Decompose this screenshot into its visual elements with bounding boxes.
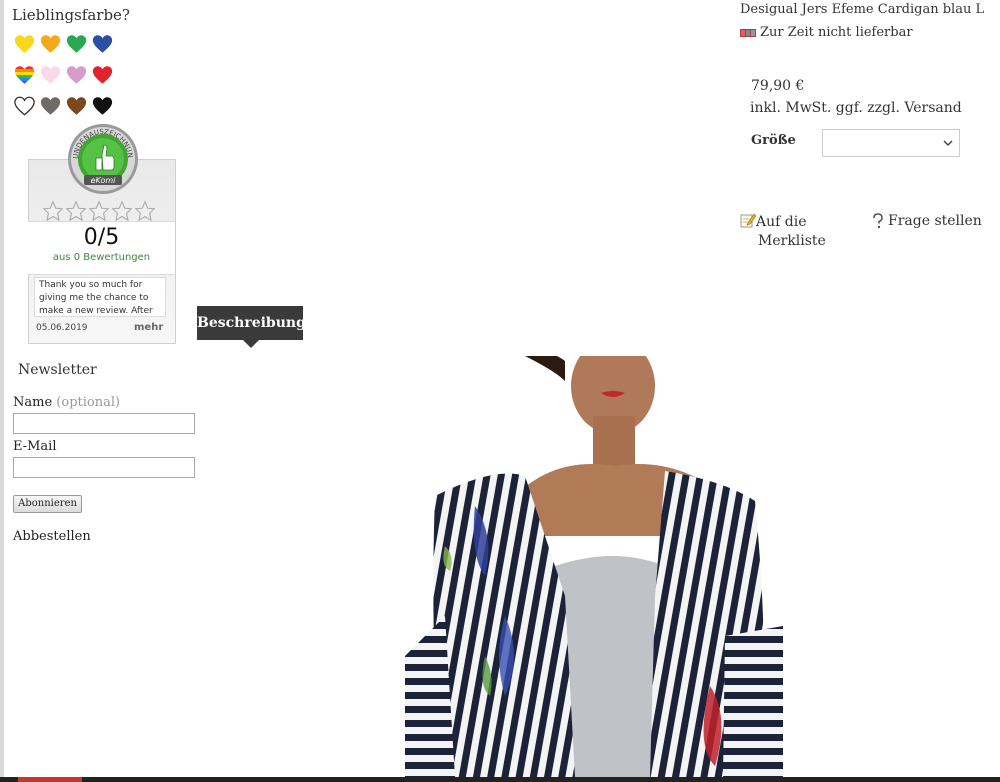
ask-question-link[interactable]: Frage stellen <box>869 213 982 229</box>
price-note: inkl. MwSt. ggf. zzgl. Versand <box>750 100 962 116</box>
heart-icon[interactable] <box>40 65 61 85</box>
ekomi-brand: eKomi <box>91 176 117 185</box>
wishlist-link[interactable]: Auf die Merkliste <box>740 212 826 251</box>
newsletter-email-field[interactable] <box>13 457 195 478</box>
review-more-link[interactable]: mehr <box>134 322 163 333</box>
subscribe-button[interactable]: Abonnieren <box>13 495 82 513</box>
pencil-note-icon <box>740 213 756 228</box>
heart-color-picker <box>14 34 124 127</box>
rating-count: aus 0 Bewertungen <box>52 252 151 263</box>
star-icon <box>65 200 87 222</box>
left-border <box>0 0 4 782</box>
rating-stars <box>42 200 156 222</box>
name-optional-text: (optional) <box>56 395 121 410</box>
heart-icon[interactable] <box>40 96 61 116</box>
ask-question-text: Frage stellen <box>888 213 982 229</box>
bottom-bar <box>0 777 1000 782</box>
newsletter-title: Newsletter <box>18 362 97 378</box>
rating-score: 0/5 <box>83 225 120 250</box>
size-select[interactable] <box>822 129 960 157</box>
question-icon <box>873 213 883 229</box>
tab-pointer <box>243 340 259 348</box>
unsubscribe-link[interactable]: Abbestellen <box>13 529 91 544</box>
ekomi-seal-icon: KUNDENAUSZEICHNUNG eKomi <box>66 122 138 194</box>
ekomi-rating-widget[interactable]: KUNDENAUSZEICHNUNG eKomi 0/5 aus 0 Bewer… <box>28 122 176 344</box>
newsletter-name-field[interactable] <box>13 413 195 434</box>
wishlist-line2: Merkliste <box>758 233 826 249</box>
model-cardigan-photo <box>405 356 783 777</box>
product-price: 79,90 € <box>751 78 805 94</box>
score-box: 0/5 aus 0 Bewertungen <box>28 221 175 275</box>
chevron-down-icon <box>943 140 953 147</box>
heart-icon[interactable] <box>92 34 113 54</box>
heart-icon[interactable] <box>66 34 87 54</box>
product-title: Desigual Jers Efeme Cardigan blau L <box>740 2 985 17</box>
availability-text: Zur Zeit nicht lieferbar <box>760 25 913 40</box>
wishlist-line1: Auf die <box>756 214 807 230</box>
heart-icon[interactable] <box>14 96 35 116</box>
availability-status: Zur Zeit nicht lieferbar <box>740 25 913 40</box>
star-icon <box>134 200 156 222</box>
bottom-bar-accent <box>18 777 82 782</box>
heart-icon[interactable] <box>92 65 113 85</box>
name-label-text: Name <box>13 395 53 410</box>
red-status-icon <box>740 28 756 37</box>
tab-description[interactable]: Beschreibung <box>197 306 306 340</box>
heart-icon[interactable] <box>14 65 35 85</box>
heart-icon[interactable] <box>92 96 113 116</box>
review-snippet: Thank you so much for giving me the chan… <box>34 277 166 317</box>
heart-icon[interactable] <box>14 34 35 54</box>
newsletter-name-label: Name (optional) <box>13 395 120 410</box>
star-icon <box>42 200 64 222</box>
newsletter-email-label: E-Mail <box>13 439 57 454</box>
star-icon <box>88 200 110 222</box>
heart-icon[interactable] <box>66 65 87 85</box>
favorite-color-title: Lieblingsfarbe? <box>12 6 130 24</box>
review-date: 05.06.2019 <box>36 323 88 333</box>
product-image[interactable] <box>405 356 783 777</box>
size-label: Größe <box>751 133 796 148</box>
heart-icon[interactable] <box>40 34 61 54</box>
heart-icon[interactable] <box>66 96 87 116</box>
star-icon <box>111 200 133 222</box>
